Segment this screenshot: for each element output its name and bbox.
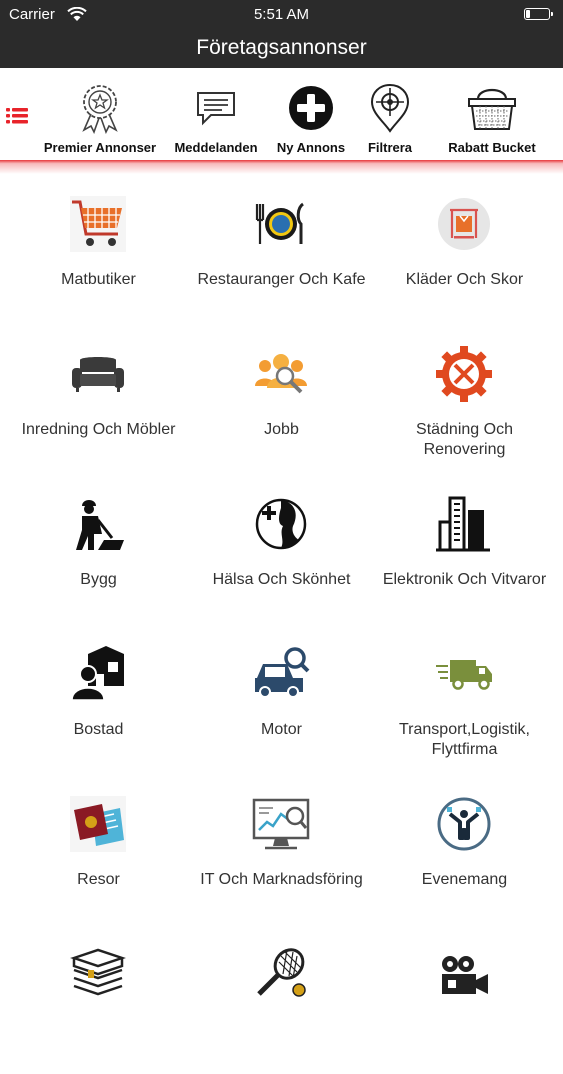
tennis-racket-icon: [257, 948, 306, 997]
toolbar-shadow: [0, 160, 563, 174]
gear-tools-icon: [436, 346, 492, 402]
category-label: Kläder Och Skor: [405, 271, 524, 288]
nav-bar: Företagsannonser: [0, 30, 563, 68]
toolbar-premier-annonser[interactable]: Premier Annonser: [36, 80, 164, 160]
books-icon: [70, 948, 126, 996]
plate-cutlery-icon: [255, 202, 305, 244]
toolbar-label: Rabatt Bucket: [448, 140, 536, 155]
basket-icon: [468, 88, 516, 130]
buildings-icon: [436, 496, 490, 552]
toolbar-label: Meddelanden: [174, 140, 258, 155]
category-evenemang[interactable]: Evenemang: [373, 774, 556, 924]
clock: 5:51 AM: [253, 6, 310, 23]
toolbar-label: Premier Annonser: [43, 140, 157, 155]
category-film[interactable]: [373, 924, 556, 1074]
category-stadning-och-renovering[interactable]: Städning Och Renovering: [373, 324, 556, 474]
chat-bubble-icon: [197, 92, 235, 126]
category-klader-och-skor[interactable]: Kläder Och Skor: [373, 174, 556, 324]
category-label: Restauranger Och Kafe: [197, 271, 366, 288]
category-restauranger-och-kafe[interactable]: Restauranger Och Kafe: [190, 174, 373, 324]
category-label: IT Och Marknadsföring: [200, 871, 363, 888]
construction-worker-icon: [76, 500, 124, 550]
clothes-rack-icon: [438, 198, 490, 250]
analytics-screen-icon: [252, 798, 310, 850]
page-title: Företagsannonser: [196, 36, 367, 59]
toolbar-filtrera[interactable]: Filtrera: [358, 80, 422, 160]
top-toolbar: Premier Annonser Meddelanden Ny Annons F…: [0, 68, 563, 160]
shopping-cart-icon: [70, 196, 126, 252]
category-label: Jobb: [264, 421, 299, 438]
category-label: Evenemang: [421, 871, 508, 888]
category-jobb[interactable]: Jobb: [190, 324, 373, 474]
sofa-icon: [72, 357, 124, 392]
category-transport-logistik-flyttfirma[interactable]: Transport,Logistik, Flyttfirma: [373, 624, 556, 774]
category-label: Städning Och Renovering: [416, 421, 513, 458]
category-inredning-och-mobler[interactable]: Inredning Och Möbler: [7, 324, 190, 474]
battery-icon: [524, 8, 553, 20]
category-sports[interactable]: [190, 924, 373, 1074]
category-label: Bygg: [80, 571, 117, 588]
delivery-truck-icon: [436, 660, 492, 690]
category-bostad[interactable]: Bostad: [7, 624, 190, 774]
people-search-icon: [255, 354, 307, 394]
category-label: Inredning Och Möbler: [21, 421, 176, 438]
event-person-icon: [437, 797, 491, 851]
toolbar-meddelanden[interactable]: Meddelanden: [168, 80, 264, 160]
toolbar-label: Filtrera: [367, 140, 413, 155]
list-menu-icon[interactable]: [6, 108, 28, 124]
car-search-icon: [255, 647, 310, 698]
category-label: Transport,Logistik, Flyttfirma: [398, 721, 530, 758]
category-label: Resor: [77, 871, 120, 888]
filter-target-icon: [370, 83, 410, 133]
category-label: Motor: [261, 721, 302, 738]
face-health-icon: [255, 498, 307, 550]
plus-circle-icon: [289, 86, 333, 130]
category-label: Bostad: [73, 721, 124, 738]
house-agent-icon: [71, 646, 124, 701]
category-matbutiker[interactable]: Matbutiker: [7, 174, 190, 324]
category-label: Matbutiker: [61, 271, 136, 288]
category-halsa-och-skonhet[interactable]: Hälsa Och Skönhet: [190, 474, 373, 624]
category-label: Elektronik Och Vitvaror: [382, 571, 547, 588]
category-books[interactable]: [7, 924, 190, 1074]
category-label: Hälsa Och Skönhet: [212, 571, 351, 588]
category-resor[interactable]: Resor: [7, 774, 190, 924]
category-elektronik-och-vitvaror[interactable]: Elektronik Och Vitvaror: [373, 474, 556, 624]
status-bar: Carrier 5:51 AM: [0, 0, 563, 30]
film-camera-icon: [442, 956, 488, 994]
toolbar-rabatt-bucket[interactable]: Rabatt Bucket: [426, 80, 558, 160]
category-motor[interactable]: Motor: [190, 624, 373, 774]
category-bygg[interactable]: Bygg: [7, 474, 190, 624]
award-badge-icon: [82, 85, 118, 134]
category-it-och-marknadsforing[interactable]: IT Och Marknadsföring: [190, 774, 373, 924]
category-grid: Matbutiker Restauranger Och Kafe Kläder …: [0, 174, 563, 1000]
toolbar-label: Ny Annons: [276, 140, 346, 155]
toolbar-ny-annons[interactable]: Ny Annons: [268, 80, 354, 160]
passport-icon: [70, 796, 126, 852]
